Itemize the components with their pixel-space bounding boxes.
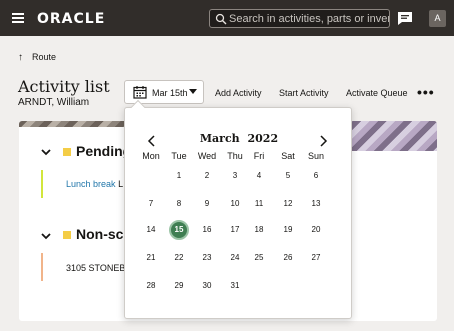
day-cell[interactable]: 8 <box>169 194 189 214</box>
chevron-right-icon[interactable] <box>318 134 328 148</box>
day-cell[interactable]: 28 <box>141 276 161 296</box>
day-cell[interactable]: 10 <box>225 194 245 214</box>
section-title-pending: Pending <box>76 143 132 159</box>
day-cell[interactable]: 13 <box>306 194 326 214</box>
date-picker-popup: March 2022 Mon Tue Wed Thu Fri Sat Sun 1234567… <box>124 99 352 319</box>
list-item[interactable]: Lunch break L <box>66 179 123 189</box>
oracle-logo: ORACLE <box>37 11 106 27</box>
page-title: Activity list <box>18 77 110 96</box>
arrow-up-icon: ↑ <box>18 52 23 63</box>
weekday-label: Tue <box>171 151 187 161</box>
day-cell[interactable]: 19 <box>278 220 298 240</box>
add-activity-button[interactable]: Add Activity <box>215 88 262 98</box>
day-cell[interactable]: 18 <box>249 220 269 240</box>
day-cell[interactable]: 4 <box>249 166 269 186</box>
weekday-label: Sun <box>307 151 324 161</box>
day-cell[interactable]: 1 <box>169 166 189 186</box>
top-bar: ORACLE A <box>0 0 454 36</box>
day-cell[interactable]: 9 <box>197 194 217 214</box>
month-label[interactable]: March <box>200 132 240 145</box>
day-cell[interactable]: 26 <box>278 248 298 268</box>
year-label[interactable]: 2022 <box>248 132 279 145</box>
day-cell[interactable]: 7 <box>141 194 161 214</box>
day-cell[interactable]: 21 <box>141 248 161 268</box>
day-cell[interactable]: 6 <box>306 166 326 186</box>
nonsc-status-square <box>63 231 71 239</box>
caret-down-icon <box>189 89 197 94</box>
day-cell[interactable]: 29 <box>169 276 189 296</box>
chevron-down-icon[interactable] <box>41 147 51 157</box>
route-label: Route <box>32 52 57 62</box>
pending-row-bar <box>41 170 43 198</box>
nonsc-row-bar <box>41 253 43 281</box>
day-cell[interactable]: 16 <box>197 220 217 240</box>
start-activity-button[interactable]: Start Activity <box>279 88 329 98</box>
chat-icon[interactable] <box>397 11 413 26</box>
row-text-rest: L <box>118 179 124 189</box>
lunch-break-link[interactable]: Lunch break <box>66 179 116 189</box>
search-input[interactable] <box>229 10 389 27</box>
day-cell[interactable]: 14 <box>141 220 161 240</box>
section-title-non-scheduled: Non-sc <box>76 226 124 242</box>
day-cell[interactable]: 5 <box>278 166 298 186</box>
weekday-label: Sat <box>281 151 295 161</box>
activate-queue-button[interactable]: Activate Queue <box>346 88 408 98</box>
day-cell[interactable]: 31 <box>225 276 245 296</box>
search-icon <box>215 13 227 25</box>
list-item[interactable]: 3105 STONEBI <box>66 263 128 273</box>
day-cell[interactable]: 17 <box>225 220 245 240</box>
day-cell[interactable]: 25 <box>249 248 269 268</box>
day-cell[interactable]: 2 <box>197 166 217 186</box>
calendar-icon <box>133 86 147 99</box>
weekday-label: Mon <box>142 151 160 161</box>
selected-day-cell[interactable]: 15 <box>169 220 189 240</box>
weekday-label: Wed <box>197 151 217 161</box>
pending-status-square <box>63 148 71 156</box>
date-selector-label: Mar 15th <box>152 88 188 98</box>
day-cell[interactable]: 24 <box>225 248 245 268</box>
day-cell[interactable]: 3 <box>225 166 245 186</box>
day-cell[interactable]: 12 <box>278 194 298 214</box>
day-cell[interactable]: 11 <box>249 194 269 214</box>
user-avatar[interactable]: A <box>429 10 446 27</box>
chevron-down-icon[interactable] <box>41 231 51 241</box>
route-link[interactable]: ↑ Route <box>18 52 56 63</box>
more-actions-icon[interactable]: ••• <box>417 84 435 100</box>
page-subtitle: ARNDT, William <box>18 97 90 108</box>
weekday-label: Fri <box>253 151 265 161</box>
day-cell[interactable]: 30 <box>197 276 217 296</box>
search-box[interactable] <box>209 9 390 28</box>
day-cell[interactable]: 27 <box>306 248 326 268</box>
day-cell[interactable]: 23 <box>197 248 217 268</box>
hamburger-menu-icon[interactable] <box>12 13 24 23</box>
day-cell[interactable]: 22 <box>169 248 189 268</box>
day-cell[interactable]: 20 <box>306 220 326 240</box>
